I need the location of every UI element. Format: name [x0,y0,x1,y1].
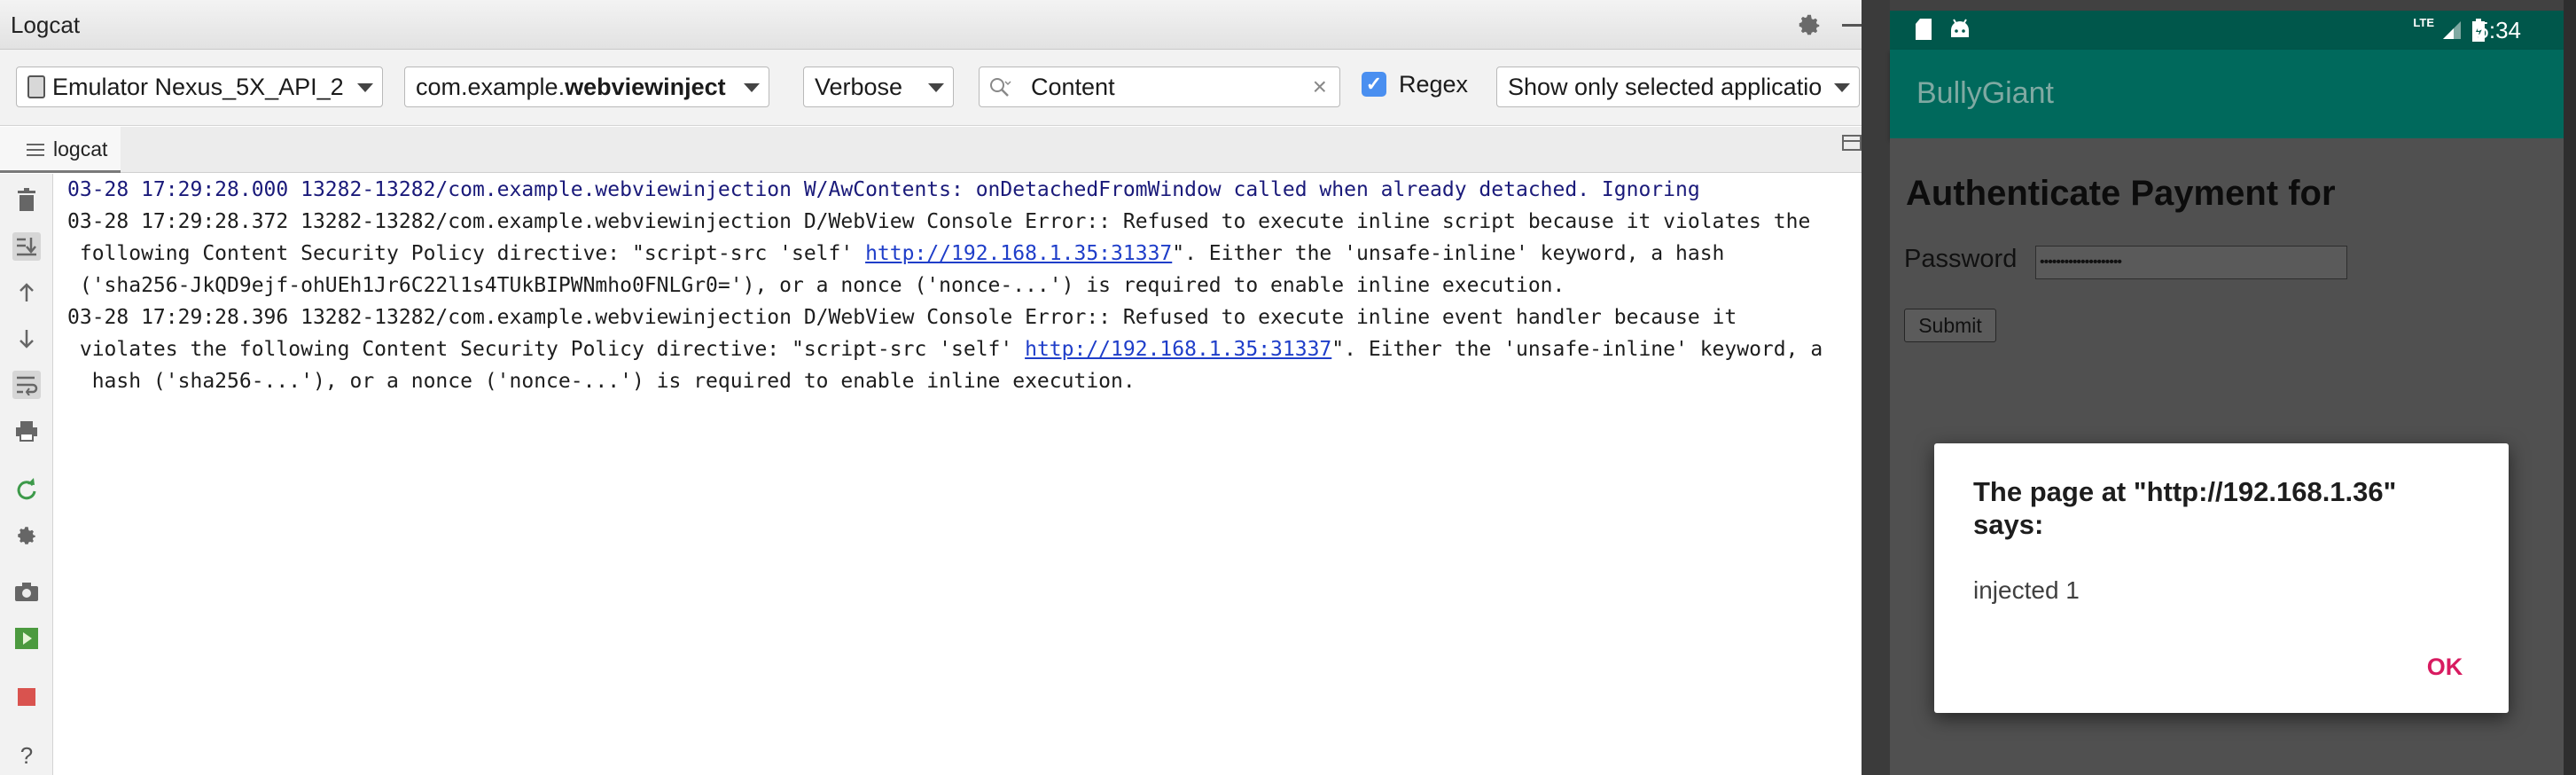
log-line: violates the following Content Security … [67,338,1823,361]
settings-gear-icon[interactable] [12,521,41,550]
package-selector[interactable]: com.example.webviewinject [404,67,769,107]
log-line: 03-28 17:29:28.396 13282-13282/com.examp… [67,306,1737,329]
ok-button[interactable]: OK [2413,649,2477,685]
record-icon[interactable] [12,624,41,653]
filter-value: Show only selected applicatio [1508,74,1823,100]
search-input[interactable]: Content × [979,67,1340,107]
logcat-panel: Logcat Emulator Nexus_5X_API_2 com.examp… [0,0,1862,775]
android-status-bar: LTE 5:34 [1890,11,2564,50]
stop-icon[interactable] [12,683,41,711]
restart-icon[interactable] [12,475,41,504]
chevron-down-icon [928,83,944,92]
log-line: following Content Security Policy direct… [67,242,1725,265]
dialog-title: The page at "http://192.168.1.36" says: [1973,476,2397,540]
log-link[interactable]: http://192.168.1.35:31337 [1025,338,1331,361]
alert-dialog: The page at "http://192.168.1.36" says: … [1934,443,2509,713]
gear-icon[interactable] [1796,12,1823,38]
regex-checkbox[interactable]: ✓ [1362,72,1386,97]
device-icon [27,74,45,98]
password-label: Password [1904,245,2018,273]
logcat-title-bar: Logcat [0,0,1862,50]
regex-label: Regex [1399,71,1469,98]
logcat-toolbar: Emulator Nexus_5X_API_2 com.example.webv… [0,50,1862,126]
device-value: Emulator Nexus_5X_API_2 [52,74,344,100]
page-heading: Authenticate Payment for [1906,174,2336,213]
emulator-frame-edge [2564,0,2576,775]
log-line: ('sha256-JkQD9ejf-ohUEh1Jr6C22l1s4TUkBIP… [67,274,1565,297]
panel-splitter[interactable] [1862,0,1890,775]
list-icon [27,144,44,156]
signal-icon [2443,21,2461,39]
device-selector[interactable]: Emulator Nexus_5X_API_2 [16,67,383,107]
layout-icon[interactable] [1842,133,1862,153]
app-bar: BullyGiant [1890,50,2564,138]
chevron-down-icon [357,83,373,92]
tab-logcat[interactable]: logcat [0,127,121,173]
help-icon[interactable]: ? [12,741,41,770]
sd-card-icon [1916,19,1932,40]
submit-button[interactable]: Submit [1904,309,1996,342]
scroll-to-end-icon[interactable] [12,232,41,261]
package-value: com.example.webviewinject [416,67,731,106]
panel-title: Logcat [11,12,81,38]
log-link[interactable]: http://192.168.1.35:31337 [865,242,1172,265]
minimize-icon[interactable] [1842,24,1862,27]
log-level-selector[interactable]: Verbose [803,67,954,107]
dialog-message: injected 1 [1973,576,2080,604]
log-output[interactable]: 03-28 17:29:28.000 13282-13282/com.examp… [53,174,1862,775]
tab-label: logcat [53,137,108,160]
up-arrow-icon[interactable] [12,278,41,307]
password-field[interactable]: •••••••••••••••••••• [2035,246,2347,279]
tab-bar: logcat [0,127,1862,173]
clear-icon[interactable]: × [1313,67,1327,106]
log-line: 03-28 17:29:28.372 13282-13282/com.examp… [67,210,1811,233]
chevron-down-icon [744,83,760,92]
down-arrow-icon[interactable] [12,325,41,353]
log-line: hash ('sha256-...'), or a nonce ('nonce-… [67,370,1136,393]
search-icon [990,78,1011,97]
chevron-down-icon [1834,83,1850,92]
soft-wrap-icon[interactable] [12,371,41,399]
trash-icon[interactable] [12,186,41,215]
log-line: 03-28 17:29:28.000 13282-13282/com.examp… [67,178,1700,201]
status-time: 5:34 [2476,17,2521,43]
android-icon [1951,19,1969,37]
side-toolbar: ? [0,174,53,775]
app-title: BullyGiant [1916,76,2054,110]
search-value: Content [1031,74,1115,100]
print-icon[interactable] [12,417,41,445]
filter-selector[interactable]: Show only selected applicatio [1496,67,1860,107]
network-type: LTE [2413,16,2434,29]
log-level-value: Verbose [815,74,903,100]
camera-icon[interactable] [12,578,41,607]
package-name: webviewinject [565,74,726,100]
package-prefix: com.example. [416,74,566,100]
